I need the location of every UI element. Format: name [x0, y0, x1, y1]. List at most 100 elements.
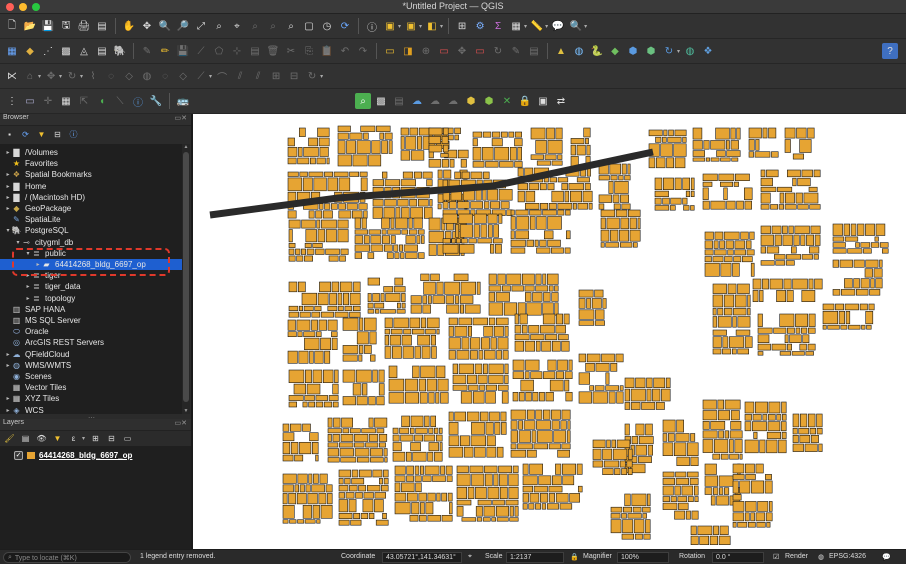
building-polygon[interactable] — [327, 433, 332, 442]
building-polygon[interactable] — [713, 240, 719, 249]
building-polygon[interactable] — [467, 486, 475, 499]
building-polygon[interactable] — [813, 254, 819, 260]
building-polygon[interactable] — [359, 317, 364, 331]
building-polygon[interactable] — [338, 519, 350, 526]
rotate-symbols-icon[interactable]: ↻ — [304, 68, 320, 84]
building-polygon[interactable] — [566, 430, 571, 443]
delete-selected-icon[interactable]: 🗑 — [265, 43, 281, 59]
building-polygon[interactable] — [496, 446, 504, 458]
building-polygon[interactable] — [653, 377, 666, 388]
building-polygon[interactable] — [718, 535, 731, 546]
building-polygon[interactable] — [288, 311, 299, 318]
building-polygon[interactable] — [390, 235, 396, 244]
building-polygon[interactable] — [383, 469, 389, 478]
open-layer-styling-icon[interactable]: 🖌 — [4, 433, 15, 444]
building-polygon[interactable] — [472, 131, 483, 138]
building-polygon[interactable] — [303, 146, 319, 157]
building-polygon[interactable] — [454, 326, 468, 337]
building-polygon[interactable] — [321, 219, 337, 229]
building-polygon[interactable] — [797, 177, 811, 187]
building-polygon[interactable] — [490, 201, 500, 209]
building-polygon[interactable] — [437, 169, 443, 179]
remove-layer-icon[interactable]: ▭ — [122, 433, 133, 444]
browser-item[interactable]: ▾ ≣ public — [0, 248, 182, 259]
building-polygon[interactable] — [408, 229, 418, 235]
building-polygon[interactable] — [648, 129, 663, 137]
building-polygon[interactable] — [349, 485, 358, 492]
building-polygon[interactable] — [470, 201, 484, 209]
building-polygon[interactable] — [522, 503, 528, 510]
building-polygon[interactable] — [748, 127, 762, 139]
browser-item[interactable]: ★ Favorites — [0, 158, 182, 169]
building-polygon[interactable] — [488, 302, 504, 316]
building-polygon[interactable] — [326, 157, 330, 165]
building-polygon[interactable] — [704, 256, 712, 263]
building-polygon[interactable] — [771, 225, 782, 234]
building-polygon[interactable] — [710, 140, 726, 150]
building-polygon[interactable] — [557, 154, 563, 160]
gps-icon[interactable]: ▭ — [22, 93, 38, 109]
collapse-arrow-icon[interactable]: ▾ — [14, 239, 22, 246]
building-polygon[interactable] — [428, 243, 437, 256]
building-polygon[interactable] — [337, 292, 343, 306]
building-polygon[interactable] — [662, 442, 674, 456]
building-polygon[interactable] — [453, 273, 469, 281]
building-polygon[interactable] — [299, 305, 304, 311]
building-polygon[interactable] — [760, 186, 777, 192]
building-polygon[interactable] — [586, 144, 591, 156]
building-polygon[interactable] — [508, 473, 519, 487]
building-polygon[interactable] — [799, 139, 812, 153]
building-polygon[interactable] — [692, 150, 705, 157]
building-polygon[interactable] — [512, 371, 524, 380]
building-polygon[interactable] — [722, 336, 729, 348]
building-polygon[interactable] — [400, 136, 405, 150]
building-polygon[interactable] — [370, 457, 384, 463]
plugin-green-icon[interactable]: ◖ — [94, 93, 110, 109]
building-polygon[interactable] — [311, 484, 325, 493]
building-polygon[interactable] — [468, 238, 477, 244]
building-polygon[interactable] — [704, 487, 713, 495]
building-polygon[interactable] — [424, 465, 440, 475]
building-polygon[interactable] — [491, 138, 503, 147]
building-polygon[interactable] — [843, 223, 850, 236]
building-polygon[interactable] — [384, 199, 397, 207]
building-polygon[interactable] — [508, 131, 515, 138]
collapse-arrow-icon[interactable]: ▾ — [24, 250, 32, 257]
building-polygon[interactable] — [337, 132, 349, 140]
building-polygon[interactable] — [712, 283, 727, 294]
building-polygon[interactable] — [296, 319, 311, 331]
building-polygon[interactable] — [760, 260, 775, 266]
building-polygon[interactable] — [662, 433, 668, 442]
building-polygon[interactable] — [555, 127, 563, 140]
statistics-icon[interactable]: Σ — [490, 18, 506, 34]
building-polygon[interactable] — [704, 249, 714, 256]
building-polygon[interactable] — [459, 244, 475, 254]
building-polygon[interactable] — [557, 449, 570, 458]
building-polygon[interactable] — [414, 434, 423, 442]
building-polygon[interactable] — [352, 383, 362, 396]
building-polygon[interactable] — [555, 463, 562, 475]
browser-item[interactable]: ▦ Vector Tiles — [0, 382, 182, 393]
building-polygon[interactable] — [713, 439, 729, 453]
building-polygon[interactable] — [769, 278, 783, 290]
building-polygon[interactable] — [329, 292, 337, 306]
building-polygon[interactable] — [627, 513, 642, 519]
building-polygon[interactable] — [723, 308, 733, 316]
building-polygon[interactable] — [394, 277, 404, 286]
building-polygon[interactable] — [409, 317, 421, 329]
building-polygon[interactable] — [459, 435, 470, 447]
building-polygon[interactable] — [619, 242, 633, 248]
building-polygon[interactable] — [793, 234, 800, 246]
building-polygon[interactable] — [773, 327, 787, 334]
building-polygon[interactable] — [498, 189, 513, 201]
building-polygon[interactable] — [428, 427, 434, 434]
building-polygon[interactable] — [442, 213, 458, 224]
building-polygon[interactable] — [363, 492, 374, 499]
building-polygon[interactable] — [314, 350, 324, 364]
measure-icon[interactable]: 📏 — [529, 18, 545, 34]
building-polygon[interactable] — [717, 316, 732, 328]
building-polygon[interactable] — [430, 273, 440, 281]
building-polygon[interactable] — [733, 256, 742, 263]
building-polygon[interactable] — [624, 493, 631, 507]
building-polygon[interactable] — [432, 475, 446, 482]
